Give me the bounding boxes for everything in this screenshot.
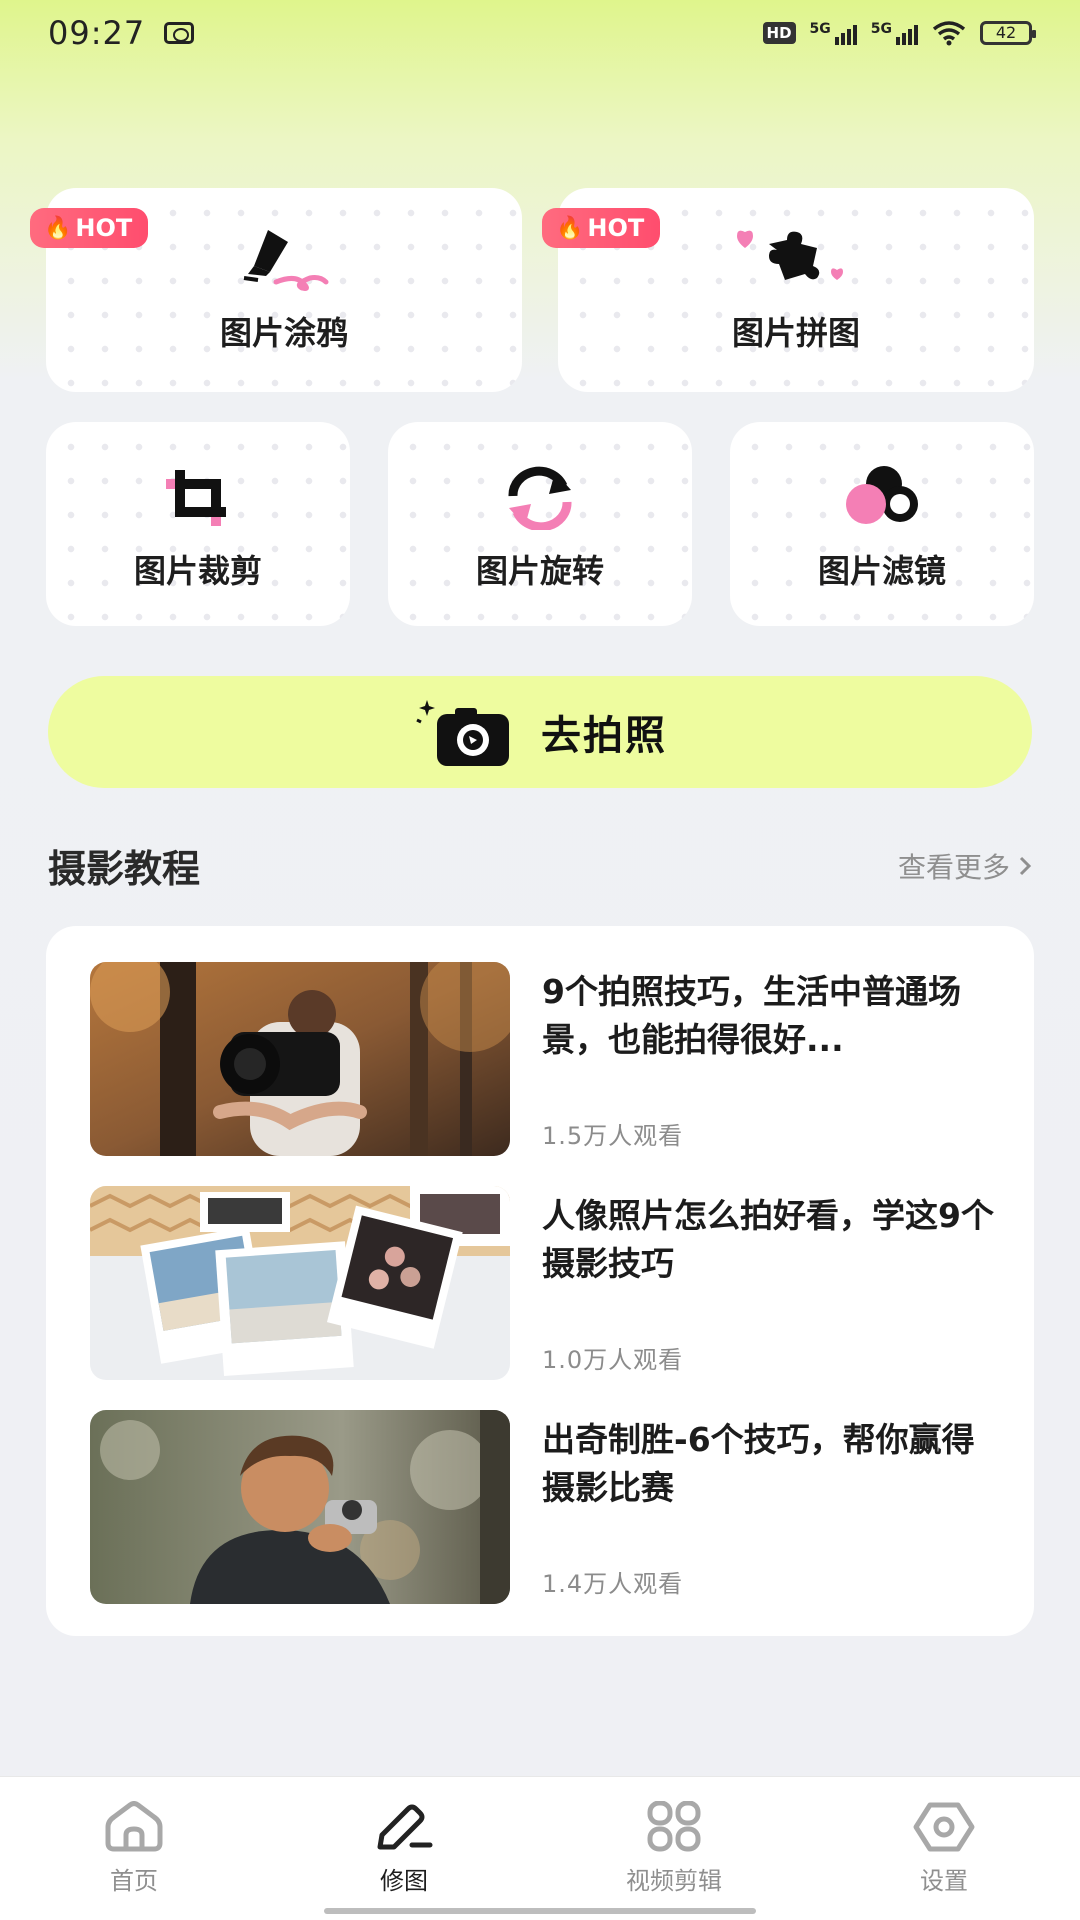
chevron-right-icon: [1019, 856, 1032, 876]
nav-home[interactable]: 首页: [44, 1801, 224, 1896]
flame-icon: 🔥: [44, 215, 72, 241]
camera-icon: [416, 700, 509, 766]
home-icon: [105, 1801, 163, 1852]
collage-label: 图片拼图: [731, 314, 860, 352]
tutorial-item[interactable]: 人像照片怎么拍好看，学这9个摄影技巧 1.0万人观看: [90, 1186, 994, 1380]
tutorial-title: 9个拍照技巧，生活中普通场景，也能拍得很好...: [542, 972, 961, 1059]
marker-icon: [243, 230, 329, 291]
doodle-label: 图片涂鸦: [219, 314, 348, 352]
hot-badge: 🔥 HOT: [30, 208, 149, 248]
nav-settings-label: 设置: [920, 1867, 968, 1895]
nav-settings[interactable]: 设置: [854, 1801, 1034, 1896]
take-photo-button[interactable]: 去拍照: [48, 676, 1032, 788]
tutorial-views: 1.0万人观看: [542, 1346, 684, 1374]
nav-video-edit-label: 视频剪辑: [626, 1867, 722, 1895]
tutorial-title: 出奇制胜-6个技巧，帮你赢得摄影比赛: [542, 1420, 975, 1507]
sim-icon: [164, 22, 194, 44]
hot-label: HOT: [587, 214, 645, 242]
edit-pen-icon: [377, 1804, 433, 1850]
filter-label: 图片滤镜: [817, 552, 946, 590]
view-more-label: 查看更多: [897, 851, 1010, 884]
tutorial-thumbnail: [90, 1186, 510, 1380]
puzzle-icon: [737, 230, 843, 280]
nav-video-edit[interactable]: 视频剪辑: [584, 1801, 764, 1896]
crop-card[interactable]: 图片裁剪: [46, 422, 350, 626]
home-indicator[interactable]: [324, 1908, 756, 1914]
tutorial-thumbnail: [90, 962, 510, 1156]
hd-icon: HD: [762, 22, 796, 44]
tutorial-views: 1.4万人观看: [542, 1570, 684, 1598]
grid-icon: [647, 1801, 701, 1852]
nav-edit-label: 修图: [380, 1867, 428, 1895]
crop-icon: [166, 470, 226, 526]
rotate-label: 图片旋转: [475, 552, 604, 590]
take-photo-label: 去拍照: [541, 713, 667, 759]
tutorial-title: 人像照片怎么拍好看，学这9个摄影技巧: [542, 1196, 994, 1283]
hot-badge: 🔥 HOT: [542, 208, 661, 248]
flame-icon: 🔥: [556, 215, 584, 241]
status-bar: 09:27 HD 5G 5G 42: [0, 0, 1080, 70]
bottom-nav: 首页 修图 视频剪辑 设置: [0, 1776, 1080, 1920]
settings-hexagon-icon: [913, 1802, 975, 1852]
tutorial-list: 9个拍照技巧，生活中普通场景，也能拍得很好... 1.5万人观看 人像照片怎么拍…: [46, 926, 1034, 1636]
crop-label: 图片裁剪: [133, 552, 262, 590]
filter-card[interactable]: 图片滤镜: [730, 422, 1034, 626]
battery-icon: 42: [980, 21, 1036, 45]
view-more-link[interactable]: 查看更多: [898, 846, 1032, 886]
filter-icon: [846, 466, 918, 524]
signal-5g-icon: 5G: [871, 21, 918, 45]
tutorial-item[interactable]: 出奇制胜-6个技巧，帮你赢得摄影比赛 1.4万人观看: [90, 1410, 990, 1604]
tutorial-thumbnail: [90, 1410, 510, 1604]
tutorial-item[interactable]: 9个拍照技巧，生活中普通场景，也能拍得很好... 1.5万人观看: [90, 962, 990, 1156]
signal-5g-icon: 5G: [810, 21, 857, 45]
wifi-icon: [932, 21, 966, 46]
nav-home-label: 首页: [110, 1867, 158, 1895]
rotate-icon: [508, 466, 572, 530]
tutorial-views: 1.5万人观看: [542, 1122, 684, 1150]
status-time: 09:27: [48, 14, 146, 52]
status-indicators: HD 5G 5G 42: [762, 20, 1036, 46]
hot-label: HOT: [75, 214, 133, 242]
section-title: 摄影教程: [48, 847, 201, 891]
rotate-card[interactable]: 图片旋转: [388, 422, 692, 626]
nav-edit[interactable]: 修图: [314, 1801, 494, 1896]
